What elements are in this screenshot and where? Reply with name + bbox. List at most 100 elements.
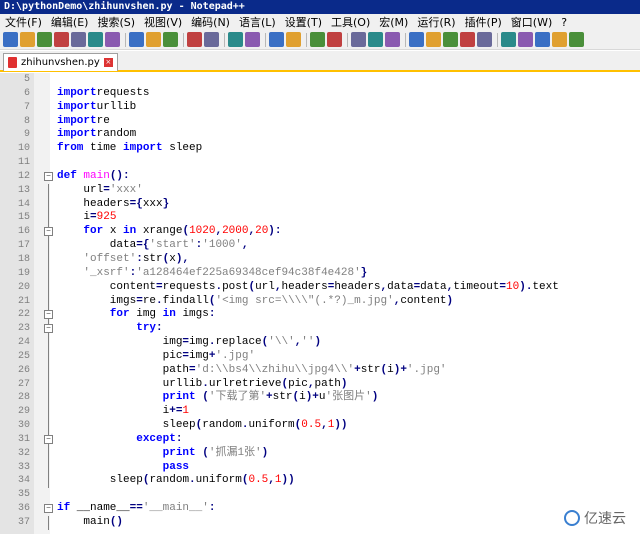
code-line: 22 for img in imgs: − [0,308,640,322]
code-editor[interactable]: 5 6 importrequests 7 importurllib 8 importre 9 i… [0,73,640,534]
code-line: 29 i+=1 [0,405,640,419]
paste-icon[interactable] [163,32,178,47]
code-token: : [156,322,163,335]
menu-item-12[interactable]: ? [556,16,571,29]
code-text: content=requests.post(url,headers=header… [57,281,559,295]
monitor-icon[interactable] [477,32,492,47]
code-token: sleep [57,419,196,432]
code-token: 925 [96,211,117,224]
code-token: urllib [57,377,203,390]
code-text: importre [57,115,110,129]
menu-item-8[interactable]: 宏(M) [374,14,412,30]
code-token: , [307,377,315,390]
lang-icon[interactable] [409,32,424,47]
menu-item-7[interactable]: 工具(O) [326,14,374,30]
line-number: 36 [17,503,30,515]
code-token: sleep [57,474,143,487]
play-icon[interactable] [535,32,550,47]
code-token: time [83,142,124,155]
replace-icon[interactable] [245,32,260,47]
print-icon[interactable] [105,32,120,47]
save-icon[interactable] [37,32,52,47]
code-token: i [387,363,394,376]
code-token: if [57,502,71,515]
play-multi-icon[interactable] [552,32,567,47]
fold-toggle-icon[interactable]: − [44,504,53,514]
code-line: 24 img=img.replace('\\','') [0,336,640,350]
all-chars-icon[interactable] [368,32,383,47]
doc-map-icon[interactable] [426,32,441,47]
code-token: , [268,474,275,487]
code-text: sleep(random.uniform(0.5,1)) [57,474,295,488]
sync-h-icon[interactable] [327,32,342,47]
code-text: pass [57,461,189,475]
code-token: + [266,391,273,404]
fold-toggle-icon[interactable]: − [44,171,53,181]
folder-icon[interactable] [460,32,475,47]
menu-item-4[interactable]: 编码(N) [186,14,234,30]
fold-toggle-icon[interactable]: − [44,310,53,320]
menu-item-11[interactable]: 窗口(W) [506,14,556,30]
wrap-icon[interactable] [351,32,366,47]
fold-toggle-icon[interactable]: − [44,324,53,334]
toolbar-separator [347,32,348,47]
line-number: 16 [17,226,30,238]
menu-item-3[interactable]: 视图(V) [139,14,186,30]
code-token: i [57,405,170,418]
code-token: url [57,183,104,196]
menu-item-10[interactable]: 插件(P) [460,14,506,30]
code-text: for x in xrange(1020,2000,20): [57,225,281,239]
cut-icon[interactable] [129,32,144,47]
menu-item-0[interactable]: 文件(F) [0,14,46,30]
fold-toggle-icon[interactable]: − [44,227,53,237]
sync-v-icon[interactable] [310,32,325,47]
close-icon[interactable] [71,32,86,47]
code-token: 10 [506,280,520,293]
zoom-in-icon[interactable] [269,32,284,47]
code-token: content [57,280,157,293]
code-text: img=img.replace('\\','') [57,336,322,350]
undo-icon[interactable] [187,32,202,47]
menu-item-6[interactable]: 设置(T) [280,14,326,30]
code-token: '1000' [202,239,242,252]
line-number: 26 [17,364,30,376]
code-token: '\\' [268,336,295,349]
find-icon[interactable] [228,32,243,47]
copy-icon[interactable] [146,32,161,47]
menu-item-2[interactable]: 搜索(S) [92,14,139,30]
stop-icon[interactable] [518,32,533,47]
menu-item-1[interactable]: 编辑(E) [46,14,93,30]
code-line: 28 print ('下载了第'+str(i)+u'张图片') [0,391,640,405]
code-token: from [57,142,84,155]
code-token: img [189,349,209,362]
close-all-icon[interactable] [88,32,103,47]
open-file-icon[interactable] [20,32,35,47]
indent-guide-icon[interactable] [385,32,400,47]
zoom-out-icon[interactable] [286,32,301,47]
code-line: 27 urllib.urlretrieve(pic,path) [0,378,640,392]
fold-toggle-icon[interactable]: − [44,434,53,444]
redo-icon[interactable] [204,32,219,47]
code-token: = [90,211,97,224]
record-icon[interactable] [501,32,516,47]
code-line: 7 importurllib [0,101,640,115]
tab-zhihunvshen[interactable]: zhihunvshen.py × [3,53,118,71]
close-tab-icon[interactable]: × [103,58,113,67]
func-list-icon[interactable] [443,32,458,47]
save-all-icon[interactable] [54,32,69,47]
save-macro-icon[interactable] [569,32,584,47]
code-token: . [202,377,209,390]
code-lines: 5 6 importrequests 7 importurllib 8 importre 9 i… [0,73,640,530]
code-token: ) [446,294,454,307]
new-file-icon[interactable] [3,32,18,47]
code-token: random [202,419,242,432]
code-line: 9 importrandom [0,128,640,142]
menu-item-9[interactable]: 运行(R) [412,14,459,30]
menu-item-5[interactable]: 语言(L) [234,14,280,30]
code-token: uniform [248,419,295,432]
code-text: url='xxx' [57,183,142,198]
code-token: timeout [453,280,500,293]
code-token: . [156,294,163,307]
